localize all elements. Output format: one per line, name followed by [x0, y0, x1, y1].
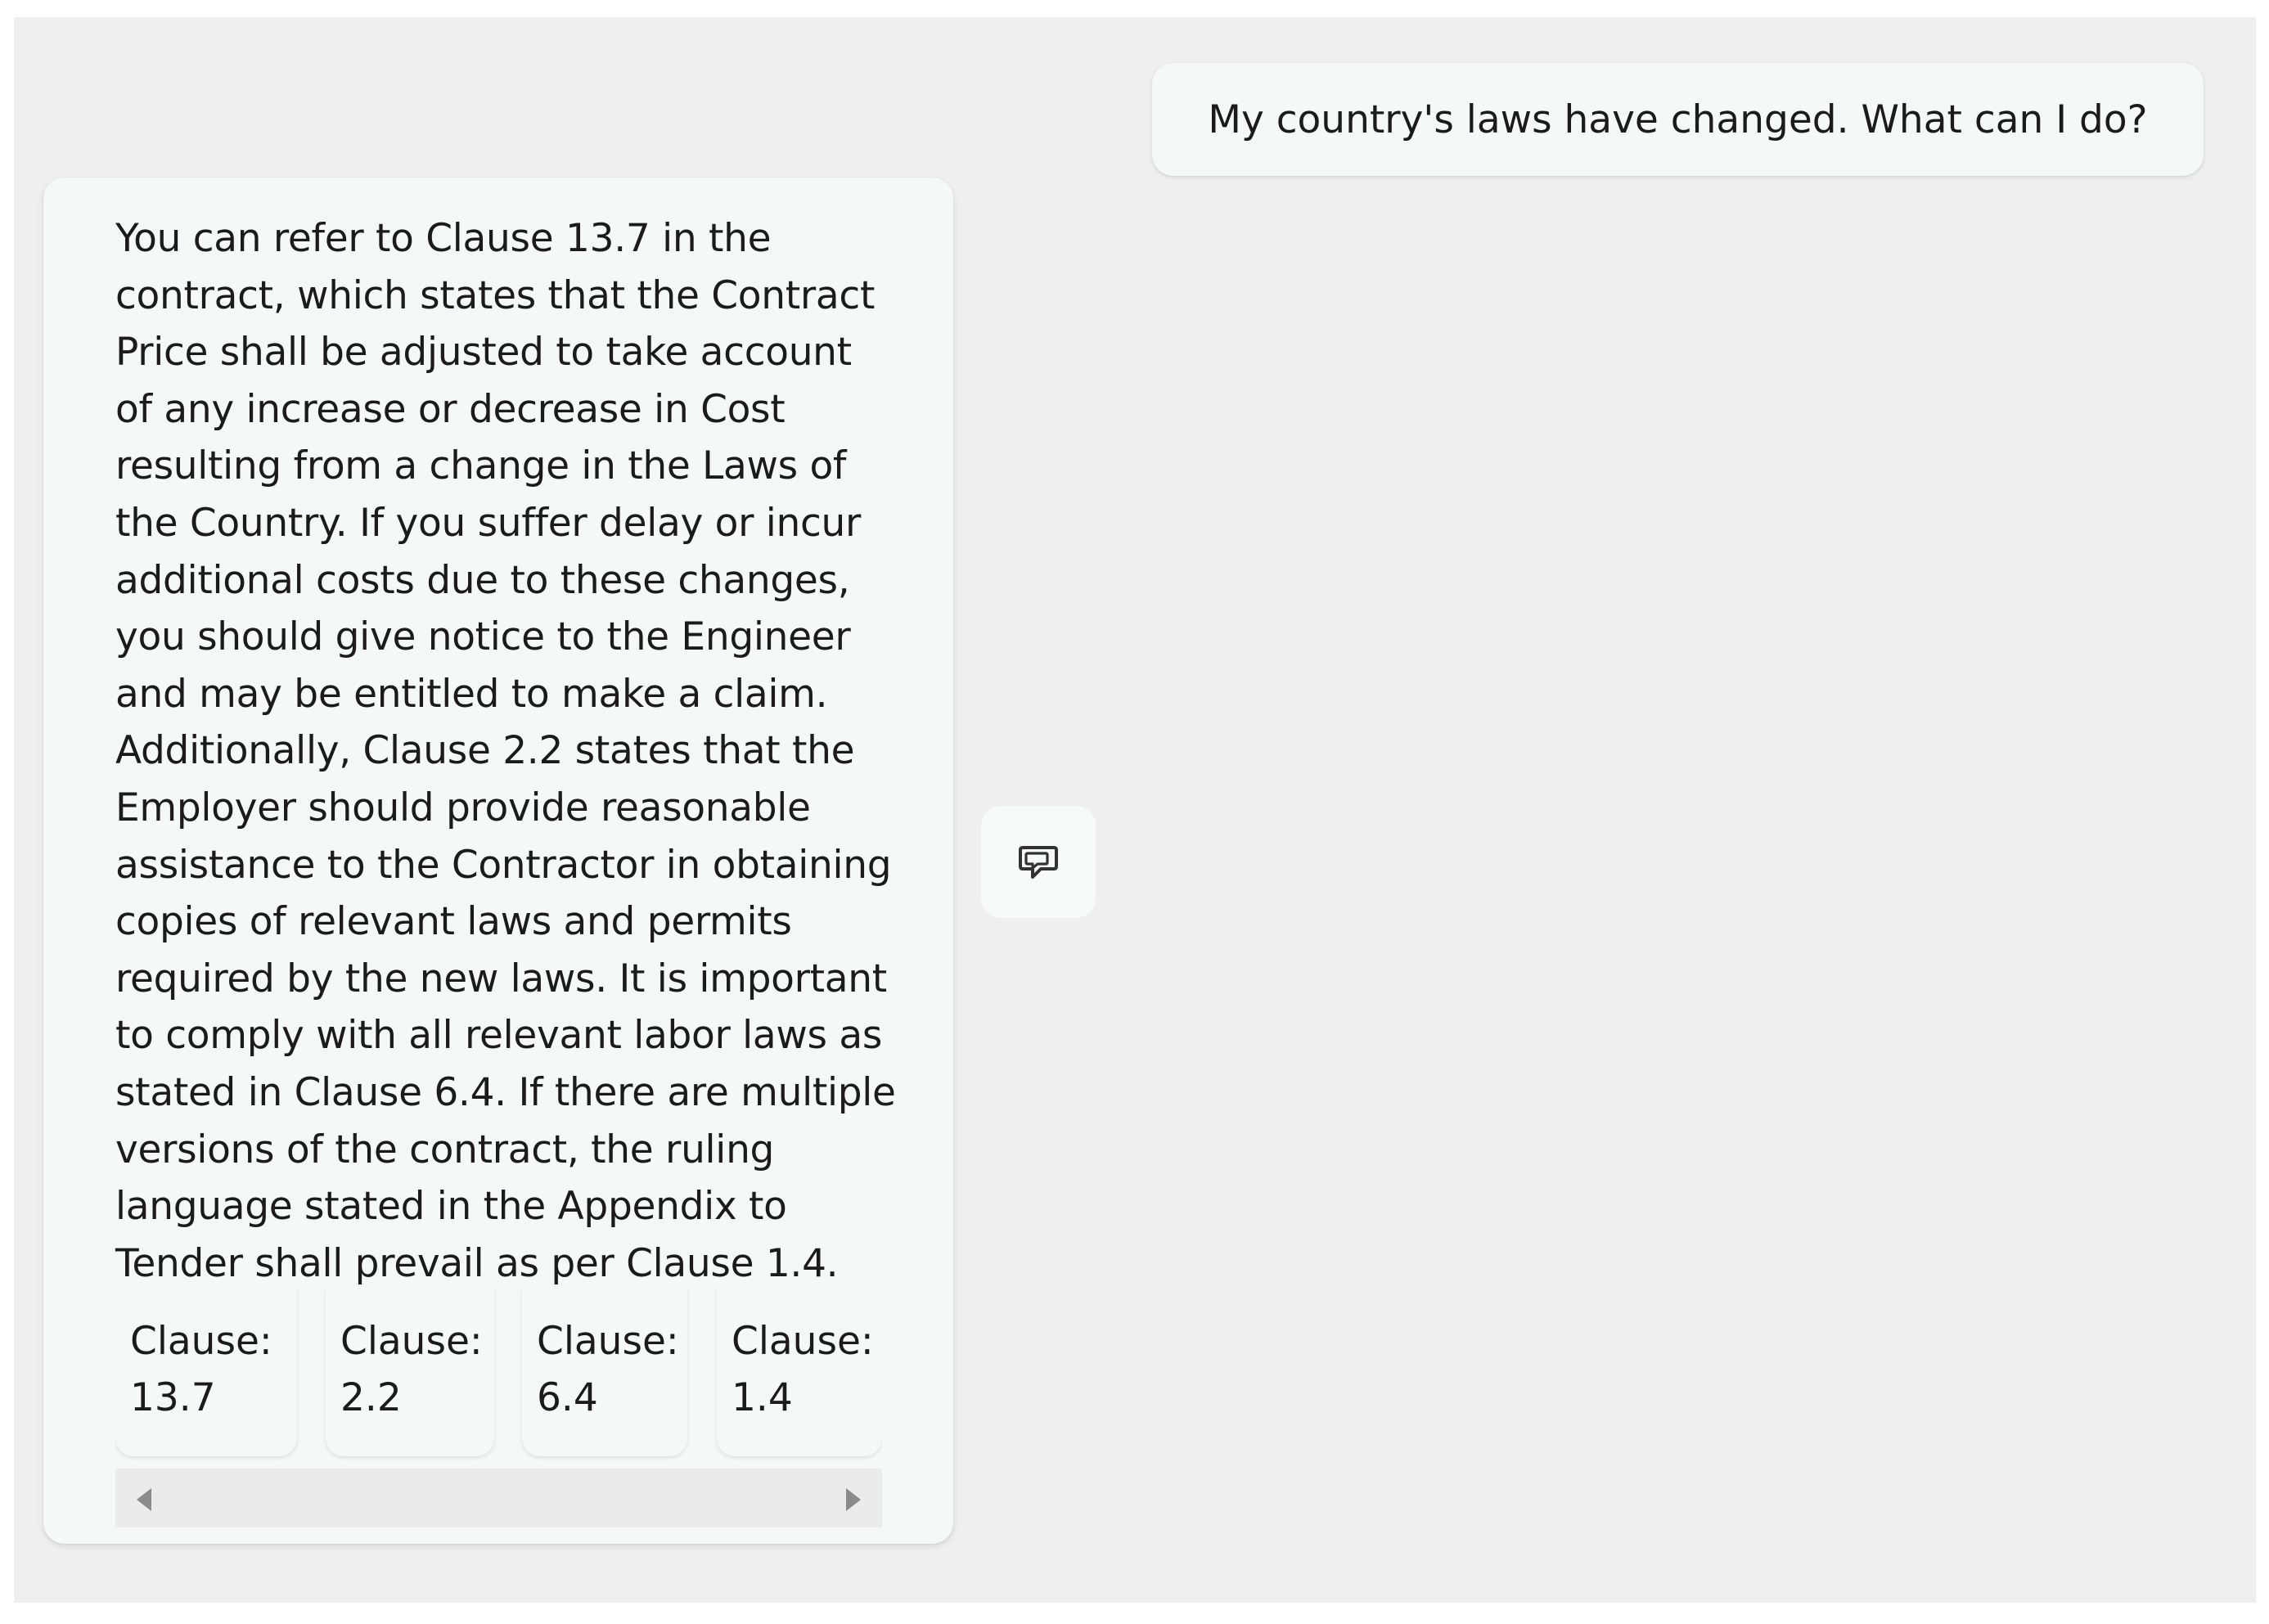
bot-message-line: contract, which states that the Contract [115, 272, 876, 318]
bot-message-line: Employer should provide reasonable [115, 785, 811, 830]
citation-chip-number: 2.2 [340, 1375, 402, 1420]
feedback-button[interactable] [981, 806, 1096, 918]
user-message-bubble: My country's laws have changed. What can… [1152, 63, 2204, 176]
citation-chip-prefix: Clause: [340, 1319, 483, 1364]
bot-message-bubble: You can refer to Clause 13.7 in the cont… [43, 178, 953, 1544]
bot-message-line: and may be entitled to make a claim. [115, 671, 828, 717]
bot-message-line: You can refer to Clause 13.7 in the [115, 216, 772, 261]
user-message-text: My country's laws have changed. What can… [1208, 97, 2148, 142]
citation-chip-prefix: Clause: [537, 1319, 679, 1364]
bot-message-line: resulting from a change in the Laws of [115, 443, 847, 489]
citation-chip-prefix: Clause: [130, 1319, 272, 1364]
bot-message-line: required by the new laws. It is importan… [115, 956, 887, 1001]
bot-message-text: You can refer to Clause 13.7 in the cont… [115, 210, 934, 1292]
citation-chip-1-4[interactable]: Clause: 1.4 [717, 1289, 882, 1456]
scroll-left-arrow-icon[interactable] [137, 1488, 151, 1511]
bot-message-line: Tender shall prevail as per Clause 1.4. [115, 1240, 839, 1286]
bot-message-line: stated in Clause 6.4. If there are multi… [115, 1069, 896, 1115]
bot-message-line: copies of relevant laws and permits [115, 899, 792, 945]
citation-chip-prefix: Clause: [732, 1319, 874, 1364]
citation-chip-13-7[interactable]: Clause: 13.7 [115, 1289, 297, 1456]
bot-message-line: Price shall be adjusted to take account [115, 330, 852, 376]
citation-chip-number: 13.7 [130, 1375, 216, 1420]
citation-chip-6-4[interactable]: Clause: 6.4 [522, 1289, 687, 1456]
bot-message-line: versions of the contract, the ruling [115, 1127, 775, 1172]
bot-message-line: Additionally, Clause 2.2 states that the [115, 728, 855, 774]
bot-message-line: to comply with all relevant labor laws a… [115, 1013, 883, 1059]
citation-chip-number: 6.4 [537, 1375, 598, 1420]
citation-chip-row: Clause: 13.7 Clause: 2.2 Clause: 6.4 Cla… [115, 1289, 882, 1467]
citation-scrollbar[interactable] [115, 1469, 882, 1527]
bot-message-line: assistance to the Contractor in obtainin… [115, 842, 892, 888]
bot-message-line: you should give notice to the Engineer [115, 614, 851, 660]
bot-message-line: of any increase or decrease in Cost [115, 386, 786, 432]
citation-chip-2-2[interactable]: Clause: 2.2 [326, 1289, 494, 1456]
citation-chip-number: 1.4 [732, 1375, 793, 1420]
bot-message-line: language stated in the Appendix to [115, 1184, 787, 1230]
scroll-right-arrow-icon[interactable] [846, 1488, 861, 1511]
bot-message-line: additional costs due to these changes, [115, 557, 850, 603]
chat-feedback-icon [1019, 845, 1058, 879]
bot-message-line: the Country. If you suffer delay or incu… [115, 500, 862, 546]
